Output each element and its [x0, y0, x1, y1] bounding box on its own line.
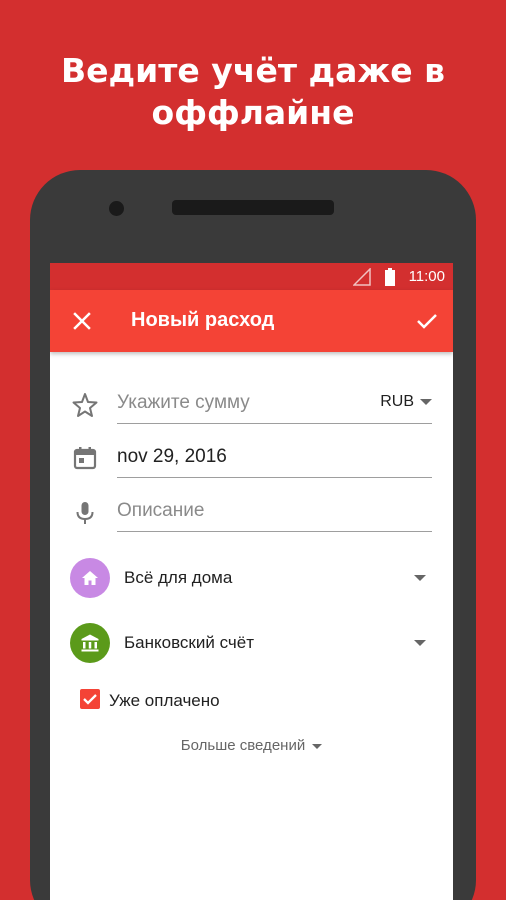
promo-title-line-2: оффлайне [151, 93, 355, 132]
app-bar: Новый расход [50, 290, 453, 352]
promo-title: Ведите учёт даже в оффлайне [0, 50, 506, 134]
close-icon[interactable] [68, 307, 96, 335]
status-bar: 11:00 [50, 263, 453, 290]
checkmark-icon [83, 694, 97, 705]
chevron-down-icon [312, 743, 323, 749]
phone-screen: 11:00 Новый расход Укажите сумму RUB nov… [50, 263, 453, 900]
calendar-icon [73, 447, 97, 470]
category-select[interactable]: Всё для дома [50, 554, 453, 602]
paid-label[interactable]: Уже оплачено [109, 691, 220, 711]
date-field[interactable]: nov 29, 2016 [117, 442, 432, 478]
category-avatar [70, 558, 110, 598]
amount-field[interactable]: Укажите сумму RUB [117, 388, 432, 424]
account-avatar [70, 623, 110, 663]
date-value: nov 29, 2016 [117, 446, 227, 467]
more-details-button[interactable]: Больше сведений [50, 737, 453, 754]
chevron-down-icon [420, 398, 432, 405]
microphone-icon[interactable] [72, 500, 98, 526]
paid-checkbox[interactable] [80, 689, 100, 709]
more-details-label: Больше сведений [180, 737, 306, 754]
currency-label: RUB [380, 393, 414, 410]
description-input[interactable]: Описание [117, 500, 204, 522]
phone-speaker [172, 200, 334, 215]
amount-input[interactable]: Укажите сумму [117, 392, 250, 414]
app-bar-title: Новый расход [131, 309, 275, 331]
chevron-down-icon [414, 575, 426, 581]
bank-icon [81, 634, 99, 652]
currency-select[interactable]: RUB [380, 393, 432, 411]
phone-camera [109, 201, 124, 216]
star-icon [72, 393, 98, 417]
chevron-down-icon [414, 640, 426, 646]
signal-icon [353, 268, 371, 286]
account-label: Банковский счёт [124, 633, 254, 652]
promo-title-line-1: Ведите учёт даже в [61, 51, 445, 90]
check-icon[interactable] [413, 307, 441, 335]
account-select[interactable]: Банковский счёт [50, 619, 453, 667]
category-label: Всё для дома [124, 568, 233, 587]
battery-icon [385, 268, 395, 286]
description-field[interactable]: Описание [117, 496, 432, 532]
home-icon [82, 571, 98, 585]
status-time: 11:00 [408, 268, 445, 285]
